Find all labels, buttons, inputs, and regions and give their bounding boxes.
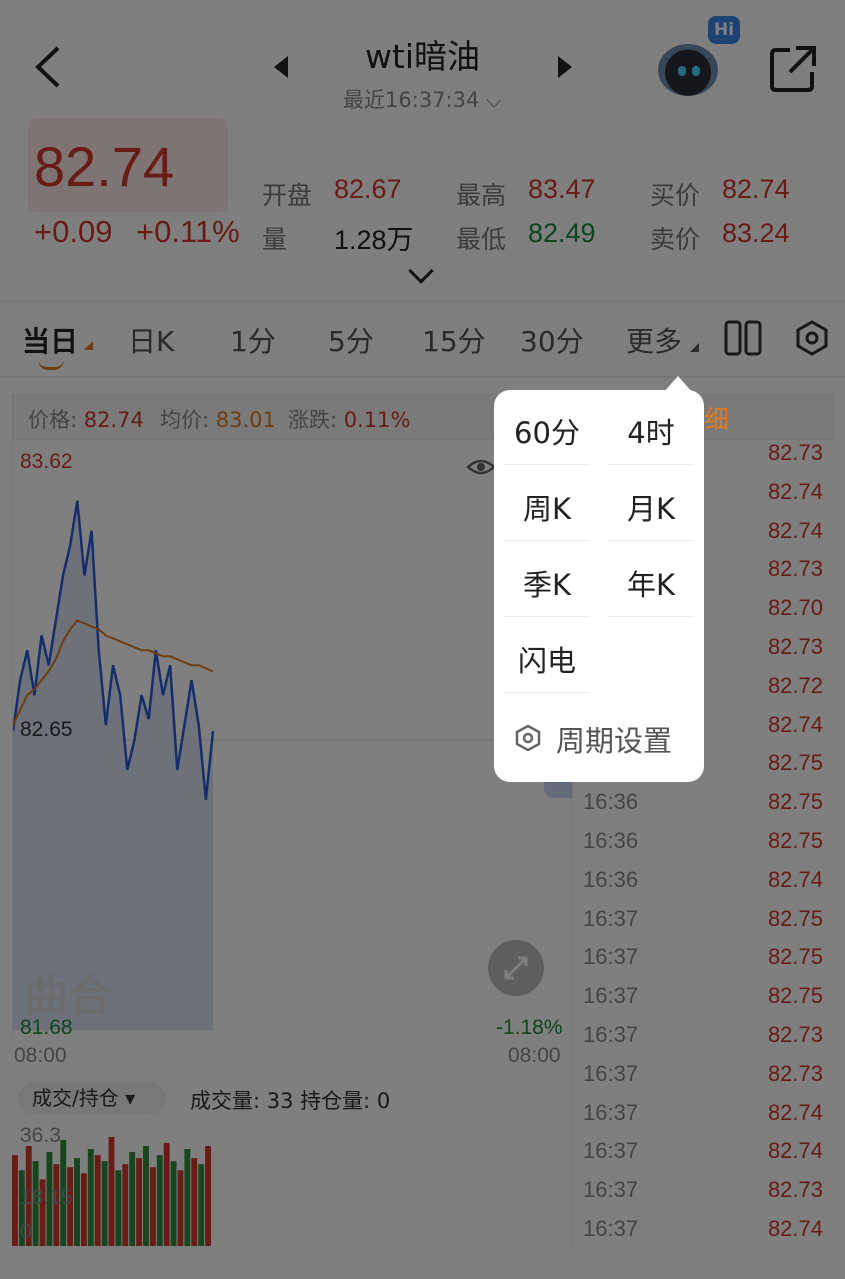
settings-icon	[515, 724, 541, 752]
divider	[504, 540, 590, 541]
menu-item-quarterly-k[interactable]: 季K	[504, 562, 590, 604]
menu-item-60min[interactable]: 60分	[504, 410, 590, 452]
divider	[608, 540, 694, 541]
divider	[504, 692, 590, 693]
detail-tab[interactable]: 细	[704, 400, 729, 436]
divider	[608, 616, 694, 617]
divider	[504, 464, 590, 465]
divider	[504, 616, 590, 617]
menu-item-yearly-k[interactable]: 年K	[608, 562, 694, 604]
menu-item-4h[interactable]: 4时	[608, 410, 694, 452]
divider	[608, 464, 694, 465]
modal-overlay[interactable]	[0, 0, 845, 1279]
menu-item-weekly-k[interactable]: 周K	[504, 486, 590, 528]
menu-item-lightning[interactable]: 闪电	[504, 638, 590, 680]
menu-item-monthly-k[interactable]: 月K	[608, 486, 694, 528]
period-menu: 60分 4时 周K 月K 季K 年K 闪电 周期设置	[494, 390, 704, 782]
period-settings-button[interactable]: 周期设置	[556, 718, 672, 760]
